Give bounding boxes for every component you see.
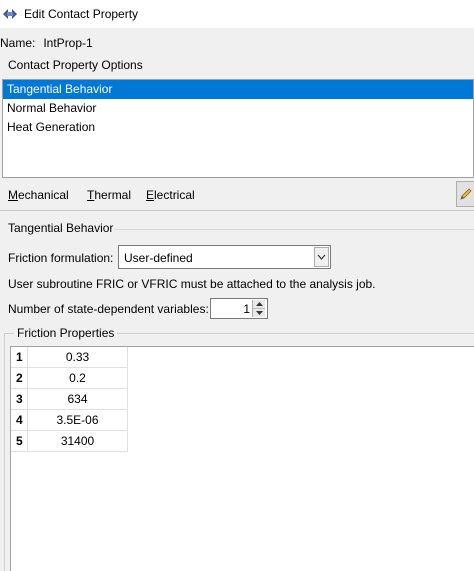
row-number: 3 <box>11 389 28 410</box>
tab-label: hermal <box>94 188 132 202</box>
section-title: Tangential Behavior <box>8 221 114 235</box>
row-number: 5 <box>11 431 28 452</box>
friction-properties-table[interactable]: 1 0.33 2 0.2 3 634 4 3.5E-06 5 31400 <box>10 346 474 571</box>
list-item-heat-generation[interactable]: Heat Generation <box>3 118 473 137</box>
contact-options-list[interactable]: Tangential Behavior Normal Behavior Heat… <box>2 79 474 178</box>
options-group-label: Contact Property Options <box>8 58 143 72</box>
name-value: IntProp-1 <box>43 36 93 50</box>
row-number: 2 <box>11 368 28 389</box>
spinner-arrows <box>252 300 266 317</box>
row-number: 4 <box>11 410 28 431</box>
tab-label: echanical <box>18 188 69 202</box>
tab-mnemonic: E <box>146 188 155 202</box>
pencil-icon <box>459 188 472 200</box>
friction-properties-label: Friction Properties <box>14 326 118 340</box>
subroutine-note: User subroutine FRIC or VFRIC must be at… <box>8 277 376 291</box>
name-label: Name: <box>0 36 36 50</box>
state-vars-spinner[interactable]: 1 <box>210 298 268 319</box>
title-bar: Edit Contact Property <box>0 0 474 28</box>
chevron-down-icon[interactable] <box>314 247 329 267</box>
state-vars-label: Number of state-dependent variables: <box>8 302 209 316</box>
list-item-label: Normal Behavior <box>7 101 97 115</box>
table-cell[interactable]: 0.33 <box>28 347 128 368</box>
list-item-tangential-behavior[interactable]: Tangential Behavior <box>3 80 473 99</box>
tab-electrical[interactable]: Electrical <box>146 188 195 202</box>
tab-mnemonic: M <box>8 188 18 202</box>
select-value: User-defined <box>124 251 193 265</box>
row-number: 1 <box>11 347 28 368</box>
list-item-label: Tangential Behavior <box>7 82 113 96</box>
section-divider <box>114 229 474 230</box>
table-cell[interactable]: 3.5E-06 <box>28 410 128 431</box>
friction-formulation-select[interactable]: User-defined <box>118 245 331 269</box>
name-row: Name: IntProp-1 <box>0 36 93 50</box>
list-item-normal-behavior[interactable]: Normal Behavior <box>3 99 473 118</box>
table-cell[interactable]: 0.2 <box>28 368 128 389</box>
window-title: Edit Contact Property <box>24 7 139 21</box>
menu-tabs: Mechanical Thermal Electrical <box>0 180 474 211</box>
tab-mechanical[interactable]: Mechanical <box>8 188 69 202</box>
friction-formulation-label: Friction formulation: <box>8 251 114 265</box>
spin-up-icon[interactable] <box>253 300 265 309</box>
table-cell[interactable]: 31400 <box>28 431 128 452</box>
tab-label: lectrical <box>154 188 195 202</box>
tab-thermal[interactable]: Thermal <box>87 188 131 202</box>
table-cell[interactable]: 634 <box>28 389 128 410</box>
abaqus-app-icon <box>3 9 17 19</box>
spin-down-icon[interactable] <box>253 309 265 317</box>
list-item-label: Heat Generation <box>7 120 96 134</box>
spinner-value: 1 <box>243 302 250 316</box>
edit-tool-button[interactable] <box>456 181 474 207</box>
